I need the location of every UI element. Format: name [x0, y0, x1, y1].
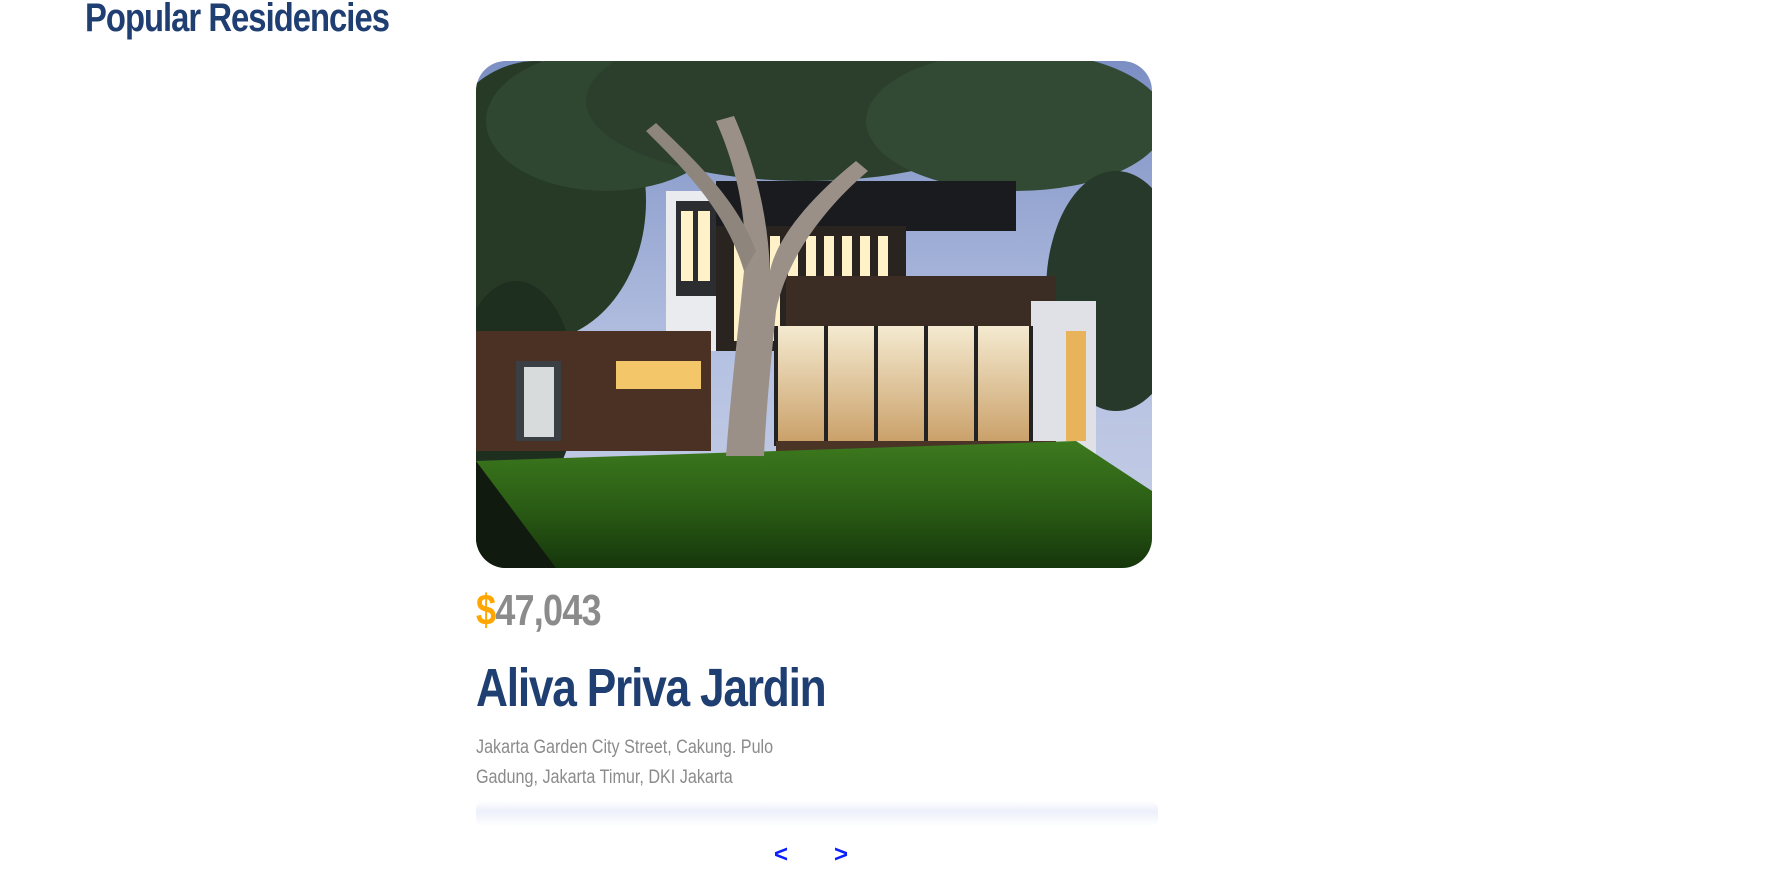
residency-address: Jakarta Garden City Street, Cakung. Pulo… — [476, 737, 774, 788]
carousel-navigation: < > — [770, 843, 852, 867]
price-value: 47,043 — [495, 586, 601, 635]
card-shadow — [476, 801, 1158, 827]
currency-symbol: $ — [476, 586, 496, 635]
page: Popular Residencies $47,043 Aliva Priva … — [0, 0, 1767, 886]
next-button[interactable]: > — [830, 843, 852, 867]
residency-image — [476, 61, 1152, 568]
section-title: Popular Residencies — [85, 0, 390, 40]
prev-button[interactable]: < — [770, 843, 792, 867]
residency-price: $47,043 — [476, 583, 602, 639]
residency-card[interactable]: $47,043 Aliva Priva Jardin Jakarta Garde… — [476, 61, 1158, 827]
residency-name: Aliva Priva Jardin — [476, 658, 827, 718]
